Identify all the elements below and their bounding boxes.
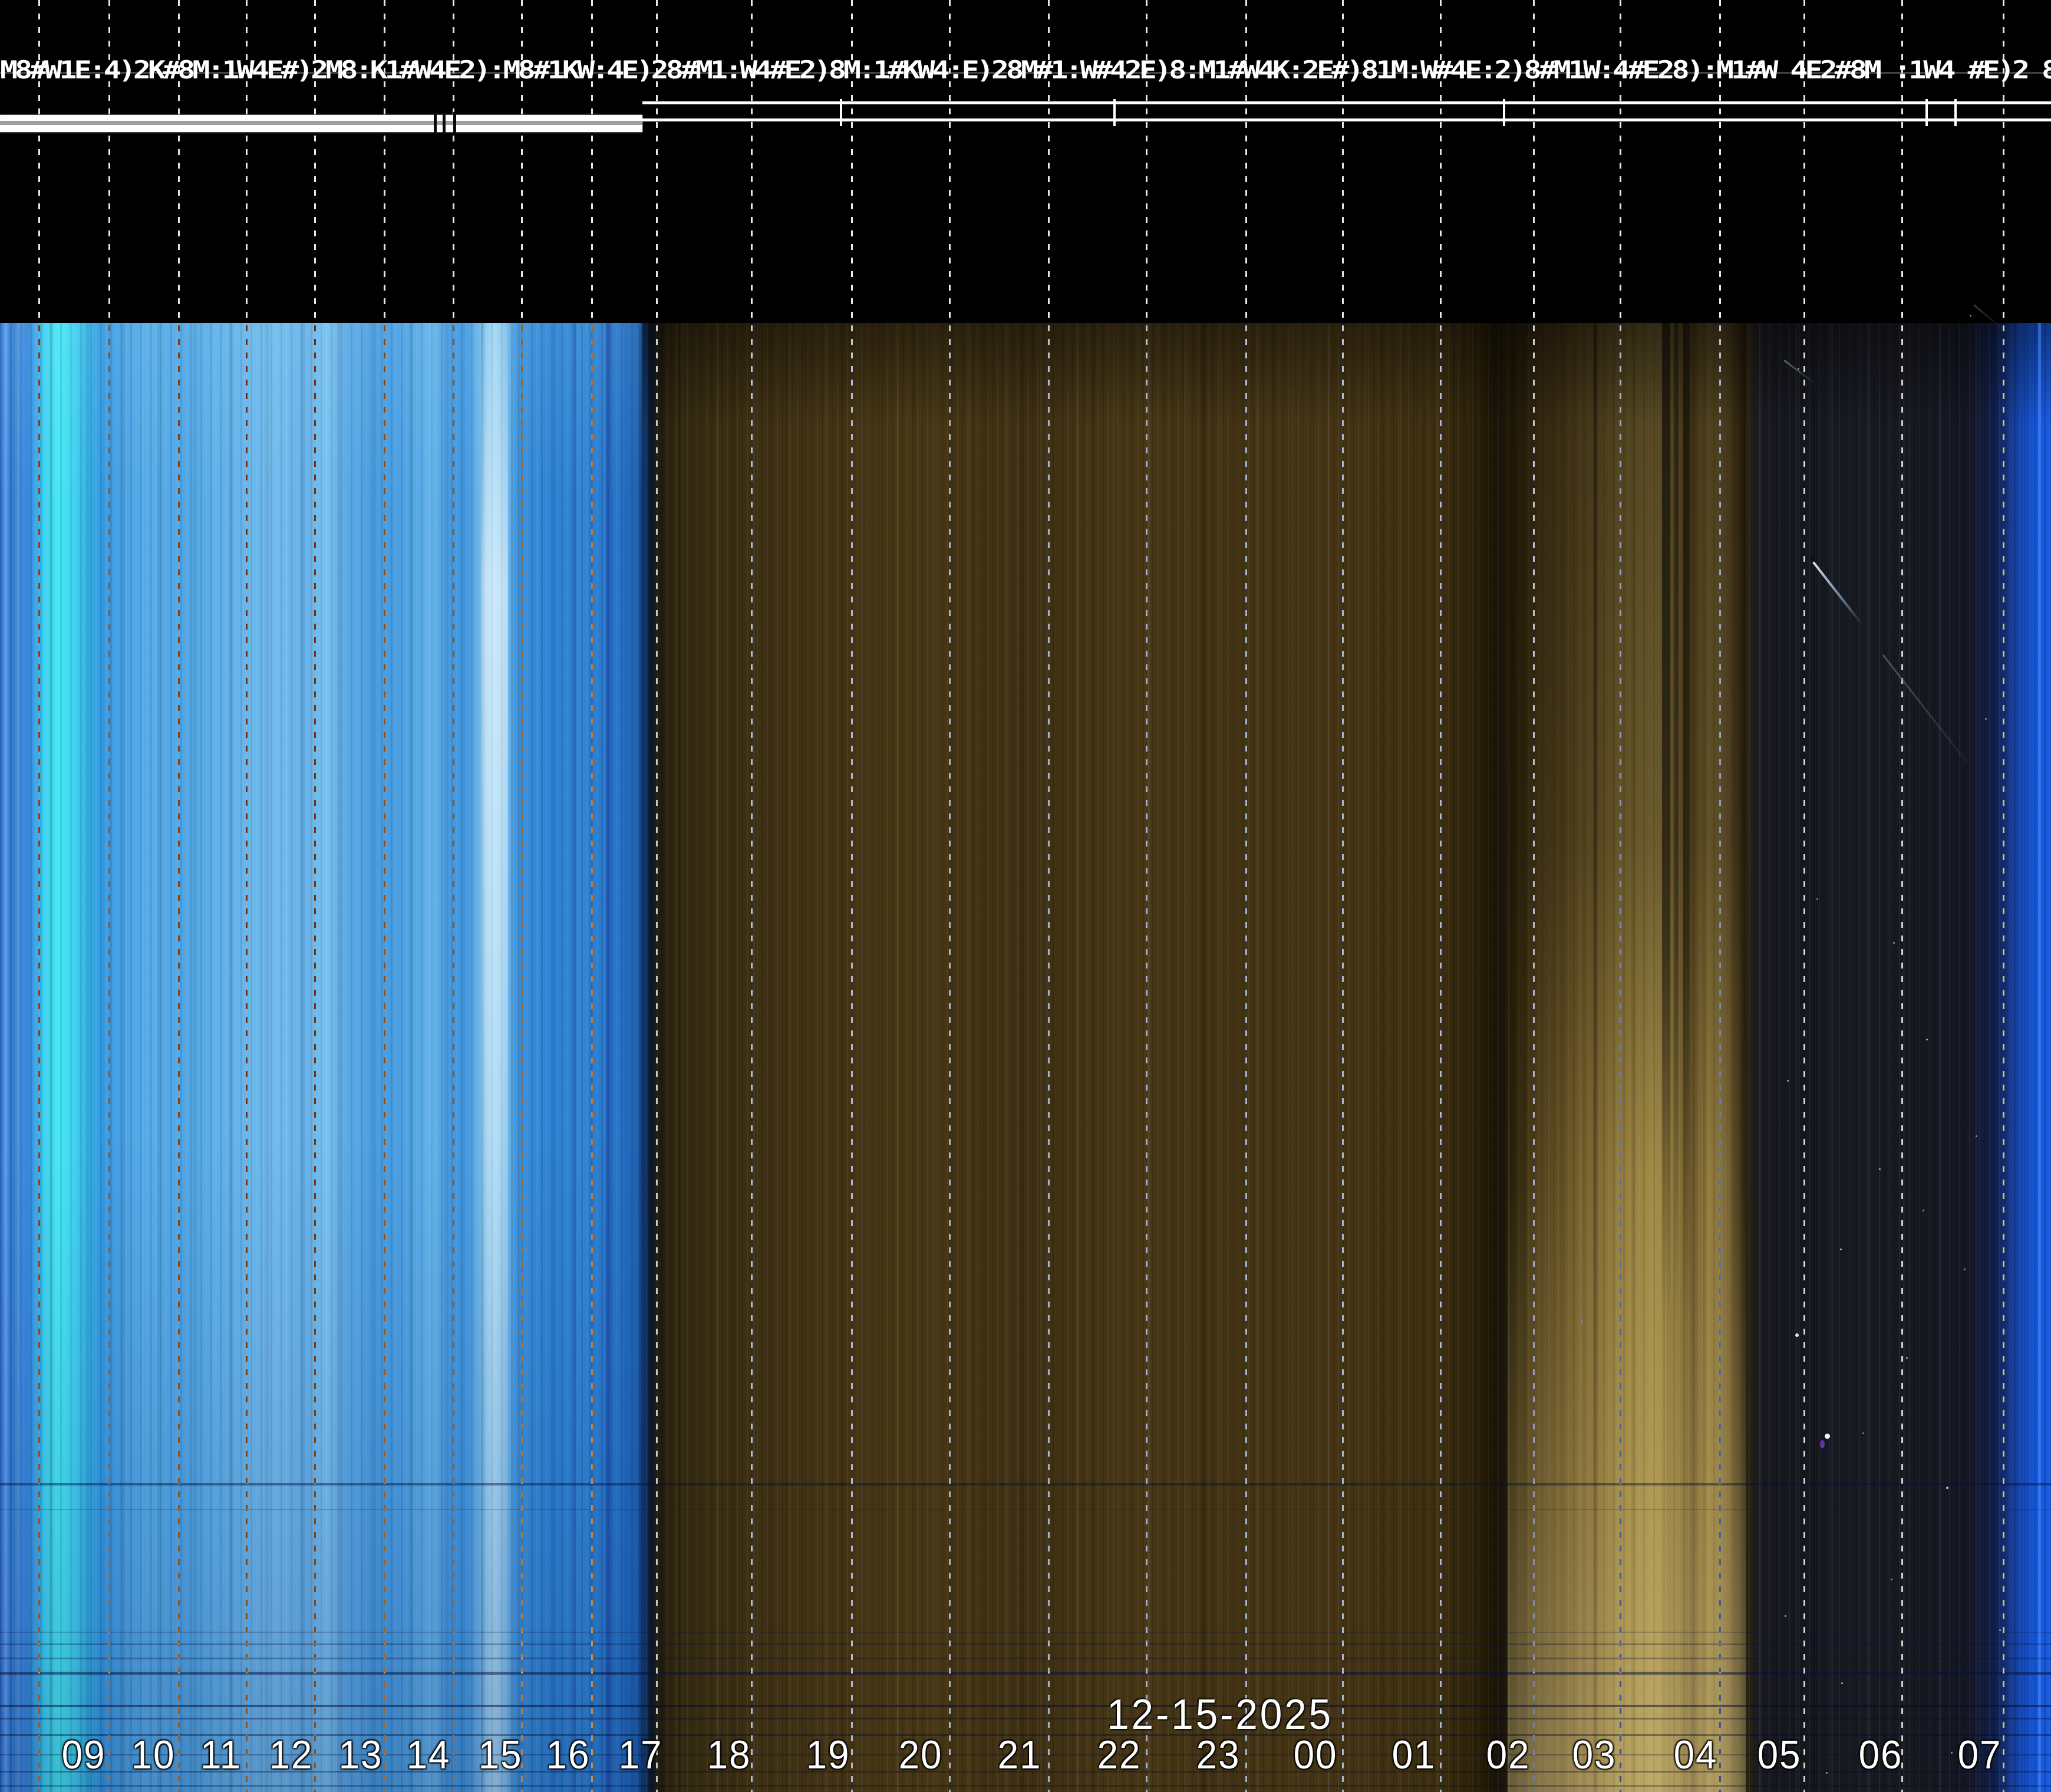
hour-label-03: 03	[1572, 1732, 1617, 1778]
star-dot	[1795, 1333, 1799, 1337]
hour-label-15: 15	[479, 1732, 523, 1778]
night-line-tick	[1503, 99, 1505, 126]
cloud-band-line	[0, 1785, 2051, 1787]
night-line-tick	[1954, 99, 1957, 126]
hour-label-13: 13	[339, 1732, 383, 1778]
star-dot	[1840, 1249, 1842, 1250]
cloud-band-line	[0, 1632, 2051, 1633]
daylight-indicator-bar-stripe	[0, 121, 642, 125]
star-dot	[1970, 315, 1971, 317]
vertical-streak	[1674, 323, 1679, 1792]
hour-label-16: 16	[546, 1732, 591, 1778]
day-bar-tick	[453, 112, 456, 134]
date-label: 12-15-2025	[1107, 1691, 1333, 1739]
day-bar-tick	[434, 112, 437, 134]
day-bar-tick	[443, 112, 446, 134]
star-dot	[1964, 1269, 1966, 1270]
star-dot	[1811, 556, 1815, 561]
star-dot	[1946, 1487, 1948, 1489]
star-dot	[1787, 1080, 1789, 1082]
star-dot	[1785, 1615, 1786, 1617]
star-dot	[1926, 1039, 1928, 1040]
star-dot	[1862, 1432, 1864, 1434]
hour-label-11: 11	[200, 1732, 242, 1778]
night-indicator-line-upper	[642, 101, 2051, 104]
hour-label-07: 07	[1958, 1732, 2002, 1778]
hour-label-18: 18	[707, 1732, 751, 1778]
star-dot	[1999, 1629, 2001, 1631]
star-dot	[1825, 1434, 1830, 1439]
star-dot	[1923, 1210, 1924, 1211]
hour-label-17: 17	[619, 1732, 663, 1778]
vertical-streak	[2038, 323, 2041, 1792]
hour-label-20: 20	[899, 1732, 943, 1778]
star-dot	[1826, 1772, 1828, 1774]
night-indicator-line-lower	[642, 118, 2051, 121]
hour-label-14: 14	[407, 1732, 451, 1778]
hour-label-01: 01	[1392, 1732, 1436, 1778]
hour-label-05: 05	[1757, 1732, 1802, 1778]
vertical-streak	[606, 323, 611, 1792]
star-dot	[1891, 1579, 1892, 1580]
keogram-image	[0, 323, 2051, 1792]
daylight-indicator-bar	[0, 115, 642, 132]
star-dot	[1581, 1320, 1583, 1323]
star-dot	[1893, 942, 1895, 944]
cloud-band-line	[0, 1705, 2051, 1707]
cloud-band-line	[0, 1509, 2051, 1510]
vertical-streak	[786, 323, 788, 1792]
night-line-tick	[1925, 99, 1928, 126]
star-dot	[1906, 1357, 1908, 1359]
vertical-streak	[1662, 323, 1670, 1792]
cloud-band-line	[0, 1672, 2051, 1675]
night-top-fade	[642, 323, 2051, 1792]
hour-label-12: 12	[269, 1732, 314, 1778]
hour-label-10: 10	[131, 1732, 176, 1778]
hour-label-04: 04	[1674, 1732, 1718, 1778]
night-line-tick	[1113, 99, 1116, 126]
star-dot	[1879, 1168, 1881, 1170]
hour-label-02: 02	[1486, 1732, 1531, 1778]
keogram-screenshot: M8#W1E:4)2K#8M:1W4E#)2M8:K1#W4E2):M8#1KW…	[0, 0, 2051, 1792]
hour-label-19: 19	[806, 1732, 850, 1778]
cloud-band-line	[0, 1658, 2051, 1659]
day-depth-overlay	[0, 323, 642, 1792]
star-dot	[1976, 1135, 1977, 1137]
star-dot	[1985, 718, 1987, 720]
cloud-band-line	[0, 1643, 2051, 1645]
night-line-tick	[840, 99, 842, 126]
vertical-streak	[1683, 323, 1690, 1792]
star-dot	[1841, 1682, 1843, 1684]
vertical-streak	[1594, 323, 1597, 1792]
hour-label-21: 21	[998, 1732, 1042, 1778]
timestamp-noise-text: M8#W1E:4)2K#8M:1W4E#)2M8:K1#W4E2):M8#1KW…	[0, 57, 2051, 83]
cloud-band-line	[0, 1718, 2051, 1719]
hour-label-06: 06	[1859, 1732, 1903, 1778]
vertical-streak	[1203, 323, 1206, 1792]
star-dot	[1951, 1752, 1953, 1754]
vertical-streak	[678, 323, 681, 1792]
star-purple-tail	[1820, 1440, 1825, 1448]
bright-noon-stripe	[481, 323, 508, 1792]
star-dot	[1816, 898, 1818, 900]
vertical-streak	[573, 323, 576, 1792]
cloud-band-line	[0, 1483, 2051, 1485]
hour-label-09: 09	[62, 1732, 106, 1778]
